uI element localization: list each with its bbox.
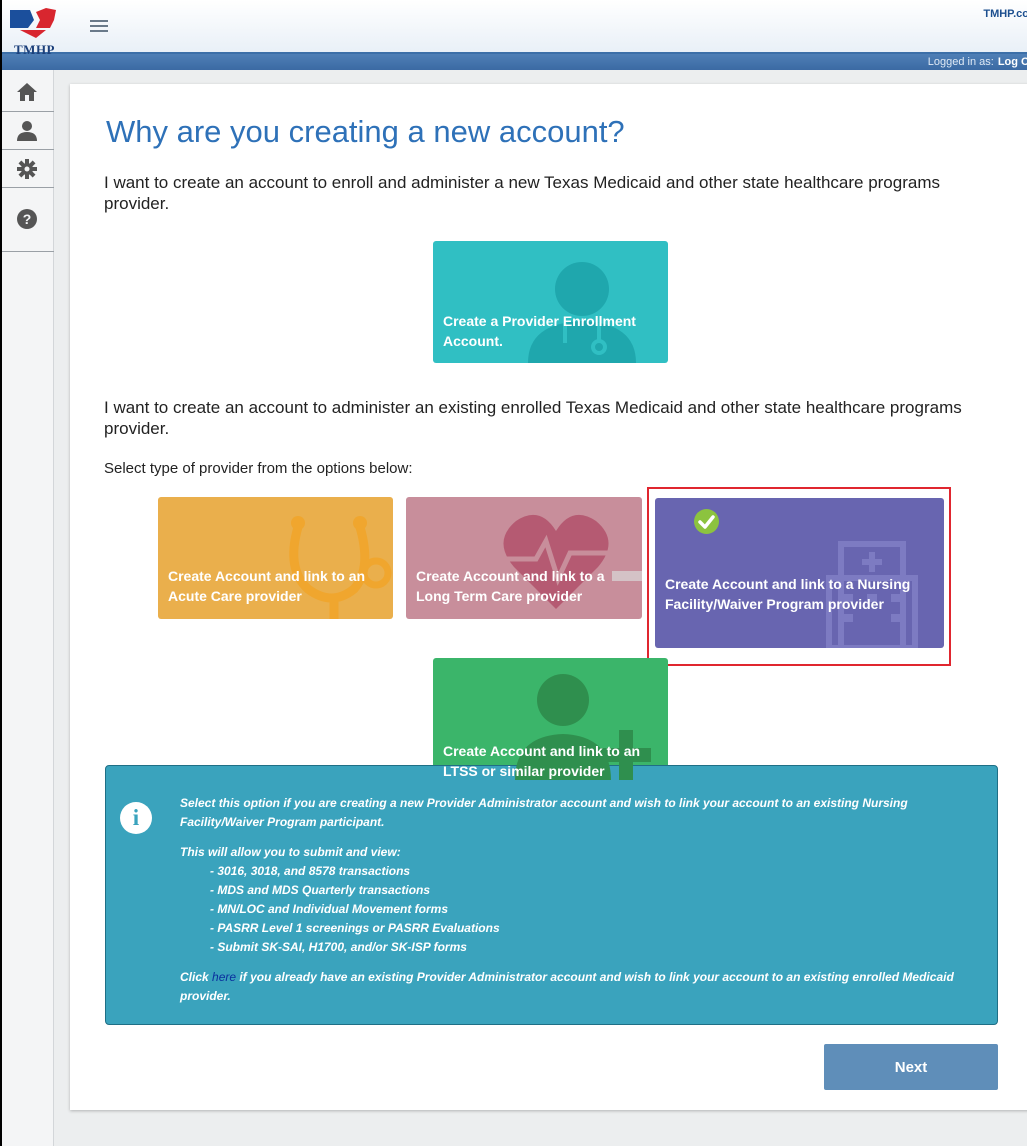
selected-check-icon	[694, 509, 719, 534]
nav-home[interactable]	[2, 74, 54, 112]
top-header: TMHP TMHP.co	[2, 0, 1027, 57]
nav-help[interactable]: ?	[2, 194, 54, 252]
app-window: TMHP TMHP.co Logged in as: Log C ? Why a…	[0, 0, 1027, 1146]
tile-acute-care[interactable]: Create Account and link to an Acute Care…	[158, 497, 393, 619]
tile-long-term-care[interactable]: Create Account and link to a Long Term C…	[406, 497, 642, 619]
page-title: Why are you creating a new account?	[106, 114, 625, 149]
info-text: Select this option if you are creating a…	[180, 794, 980, 1006]
tile-ltss[interactable]: Create Account and link to an LTSS or si…	[433, 658, 668, 780]
tile-nursing-facility-label: Create Account and link to a Nursing Fac…	[665, 576, 911, 612]
tile-acute-care-label: Create Account and link to an Acute Care…	[168, 568, 366, 604]
info-description: Select this option if you are creating a…	[180, 796, 908, 829]
select-prompt: Select type of provider from the options…	[104, 460, 413, 477]
logout-link[interactable]: Log C	[998, 56, 1027, 68]
next-button[interactable]: Next	[824, 1044, 998, 1090]
nav-profile[interactable]	[2, 112, 54, 150]
click-prefix: Click	[180, 970, 209, 984]
intro-existing-provider: I want to create an account to administe…	[104, 398, 962, 438]
tmhp-site-link[interactable]: TMHP.co	[983, 8, 1027, 20]
help-icon: ?	[17, 209, 37, 229]
info-click-here-text: Click here if you already have an existi…	[180, 968, 980, 1006]
intro-new-provider: I want to create an account to enroll an…	[104, 173, 940, 213]
tile-ltss-label: Create Account and link to an LTSS or si…	[443, 743, 641, 779]
tile-provider-enrollment-label: Create a Provider Enrollment Account.	[443, 313, 636, 349]
main-content-card: Why are you creating a new account? I wa…	[70, 84, 1027, 1110]
info-list-item: - Submit SK-SAI, H1700, and/or SK-ISP fo…	[210, 940, 467, 954]
login-status: Logged in as: Log C	[928, 56, 1027, 68]
info-list-item: - MN/LOC and Individual Movement forms	[210, 902, 449, 916]
info-list-item: - 3016, 3018, and 8578 transactions	[210, 864, 411, 878]
info-list-item: - MDS and MDS Quarterly transactions	[210, 883, 431, 897]
home-icon	[17, 83, 37, 101]
user-icon	[17, 121, 37, 141]
tile-nursing-facility[interactable]: Create Account and link to a Nursing Fac…	[655, 498, 944, 648]
tile-long-term-care-label: Create Account and link to a Long Term C…	[416, 568, 605, 604]
menu-icon[interactable]	[90, 20, 108, 38]
info-icon: i	[120, 802, 152, 834]
svg-text:?: ?	[23, 211, 32, 227]
click-suffix: if you already have an existing Provider…	[180, 970, 954, 1003]
tmhp-logo[interactable]: TMHP	[6, 6, 62, 57]
gear-icon	[17, 159, 37, 179]
info-capabilities-heading: This will allow you to submit and view:	[180, 845, 401, 859]
here-link[interactable]: here	[212, 970, 236, 984]
info-list-item: - PASRR Level 1 screenings or PASRR Eval…	[210, 921, 500, 935]
left-nav-rail: ?	[2, 70, 54, 1146]
tile-provider-enrollment[interactable]: Create a Provider Enrollment Account.	[433, 241, 668, 363]
login-bar: Logged in as: Log C	[2, 54, 1027, 70]
logged-in-label: Logged in as:	[927, 56, 994, 68]
info-panel: i Select this option if you are creating…	[105, 765, 998, 1025]
nav-settings[interactable]	[2, 150, 54, 188]
texas-flag-icon	[10, 8, 56, 38]
